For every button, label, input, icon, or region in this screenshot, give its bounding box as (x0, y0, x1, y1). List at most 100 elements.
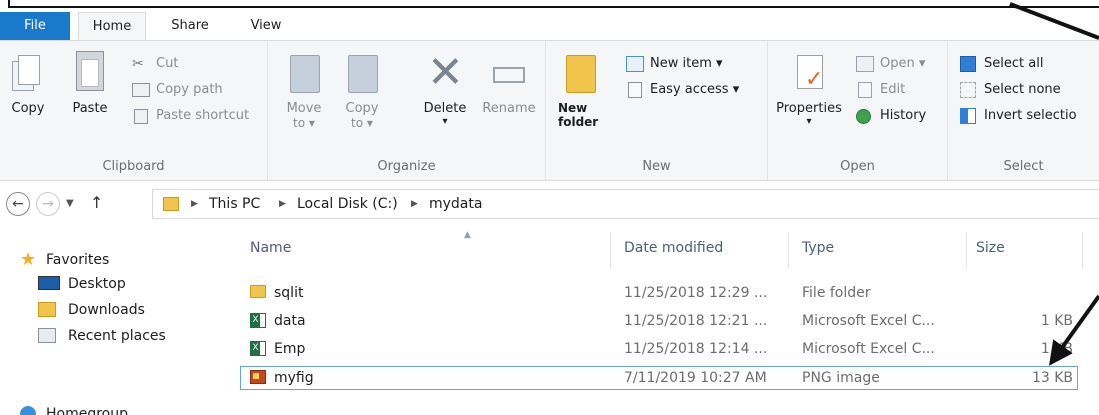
navigation-pane: ★ Favorites Desktop Downloads Recent pla… (0, 226, 228, 415)
properties-caret: ▾ (806, 116, 812, 127)
breadcrumb-mydata[interactable]: mydata (429, 190, 482, 218)
paste-button[interactable]: Paste (68, 51, 112, 116)
open-icon (856, 56, 874, 72)
new-folder-button[interactable]: New folder (558, 51, 602, 129)
easy-access-label: Easy access ▾ (650, 82, 740, 97)
open-group-label: Open (840, 159, 875, 174)
file-type: Microsoft Excel C... (802, 341, 935, 357)
copy-to-label-2: to ▾ (351, 116, 373, 130)
file-type: File folder (802, 285, 871, 301)
new-folder-label-2: folder (558, 115, 599, 129)
nav-recent-places-label: Recent places (68, 328, 166, 344)
move-to-icon (286, 51, 322, 95)
nav-desktop-label: Desktop (68, 276, 126, 292)
file-type: Microsoft Excel C... (802, 313, 935, 329)
breadcrumb-this-pc[interactable]: This PC (209, 190, 260, 218)
delete-x-icon: ✕ (427, 47, 464, 98)
invert-selection-button[interactable]: Invert selectio (960, 105, 1077, 127)
breadcrumb-local-disk[interactable]: Local Disk (C:) (297, 190, 398, 218)
homegroup-icon (20, 406, 36, 415)
file-row-selected[interactable]: myfig 7/11/2019 10:27 AM PNG image 13 KB (240, 366, 1078, 390)
clipboard-group: Copy Paste ✂ Cut Copy path Paste shortcu… (0, 41, 268, 180)
open-group: ✓ Properties ▾ Open ▾ Edit History Open (768, 41, 948, 180)
select-all-label: Select all (984, 56, 1044, 71)
up-button[interactable]: ↑ (90, 191, 103, 215)
edit-icon (858, 82, 872, 98)
invert-selection-icon (960, 108, 976, 124)
recent-places-icon (38, 328, 56, 343)
excel-csv-icon (250, 313, 266, 328)
open-button[interactable]: Open ▾ (856, 53, 925, 75)
file-date: 11/25/2018 12:21 ... (624, 313, 768, 329)
delete-button[interactable]: ✕ Delete ▾ (418, 47, 472, 128)
cut-label: Cut (156, 56, 179, 71)
recent-locations-dropdown[interactable]: ▼ (66, 192, 74, 216)
copy-button[interactable]: Copy (6, 51, 50, 116)
column-header-date[interactable]: Date modified (624, 236, 723, 260)
rename-label: Rename (482, 101, 536, 116)
column-header-type[interactable]: Type (802, 236, 834, 260)
history-icon (856, 109, 871, 124)
select-group-label: Select (1003, 159, 1044, 174)
file-row[interactable]: data 11/25/2018 12:21 ... Microsoft Exce… (240, 310, 1078, 334)
new-item-button[interactable]: New item ▾ (626, 53, 723, 75)
move-to-button[interactable]: Move to ▾ (282, 51, 326, 130)
column-header-size[interactable]: Size (976, 236, 1005, 260)
column-divider[interactable] (788, 232, 789, 268)
desktop-icon (38, 276, 60, 290)
tab-view[interactable]: View (242, 12, 290, 40)
copy-label: Copy (11, 101, 45, 116)
nav-homegroup-label: Homegroup (46, 406, 129, 415)
sort-ascending-icon: ▲ (464, 230, 471, 240)
paste-shortcut-button[interactable]: Paste shortcut (132, 105, 249, 127)
excel-csv-icon (250, 341, 266, 356)
copy-to-icon (344, 51, 380, 95)
chevron-right-icon: ▶ (279, 199, 286, 209)
paste-icon (72, 51, 108, 95)
cut-button[interactable]: ✂ Cut (132, 53, 178, 75)
rename-button[interactable]: Rename (478, 51, 540, 116)
copy-path-icon (132, 83, 150, 97)
delete-label: Delete (423, 101, 467, 116)
column-divider[interactable] (1082, 232, 1083, 268)
column-header-name[interactable]: Name (250, 236, 291, 260)
nav-favorites[interactable]: ★ Favorites (20, 248, 109, 272)
properties-button[interactable]: ✓ Properties ▾ (772, 51, 846, 127)
select-none-icon (960, 82, 976, 98)
nav-homegroup[interactable]: Homegroup (20, 402, 128, 415)
tab-share[interactable]: Share (160, 12, 220, 40)
tab-file[interactable]: File (0, 12, 70, 40)
select-all-icon (960, 56, 976, 72)
select-none-label: Select none (984, 82, 1061, 97)
invert-selection-label: Invert selectio (984, 108, 1077, 123)
file-row[interactable]: Emp 11/25/2018 12:14 ... Microsoft Excel… (240, 338, 1078, 362)
downloads-folder-icon (38, 302, 56, 317)
history-label: History (880, 108, 927, 123)
ribbon-tabs: File Home Share View (0, 12, 1099, 41)
file-row[interactable]: sqlit 11/25/2018 12:29 ... File folder (240, 282, 1078, 306)
new-group: New folder New item ▾ Easy access ▾ New (546, 41, 768, 180)
move-to-label-1: Move (286, 101, 322, 116)
forward-button[interactable]: → (36, 192, 60, 216)
navigation-bar: ← → ▼ ↑ ▶ This PC ▶ Local Disk (C:) ▶ my… (0, 182, 1099, 226)
file-name: data (274, 313, 306, 329)
nav-desktop[interactable]: Desktop (38, 272, 126, 296)
column-divider[interactable] (610, 232, 611, 268)
move-to-label-2: to ▾ (293, 116, 315, 130)
back-button[interactable]: ← (6, 192, 30, 216)
nav-downloads[interactable]: Downloads (38, 298, 145, 322)
nav-recent-places[interactable]: Recent places (38, 324, 166, 348)
address-bar[interactable]: ▶ This PC ▶ Local Disk (C:) ▶ mydata (152, 189, 1099, 219)
copy-path-button[interactable]: Copy path (132, 79, 223, 101)
copy-to-button[interactable]: Copy to ▾ (340, 51, 384, 130)
edit-button[interactable]: Edit (856, 79, 905, 101)
history-button[interactable]: History (856, 105, 926, 127)
new-item-icon (626, 56, 644, 72)
tab-home[interactable]: Home (78, 12, 146, 41)
column-divider[interactable] (966, 232, 967, 268)
select-all-button[interactable]: Select all (960, 53, 1043, 75)
star-icon: ★ (20, 249, 37, 270)
easy-access-button[interactable]: Easy access ▾ (626, 79, 739, 101)
select-none-button[interactable]: Select none (960, 79, 1061, 101)
paste-shortcut-label: Paste shortcut (156, 108, 250, 123)
